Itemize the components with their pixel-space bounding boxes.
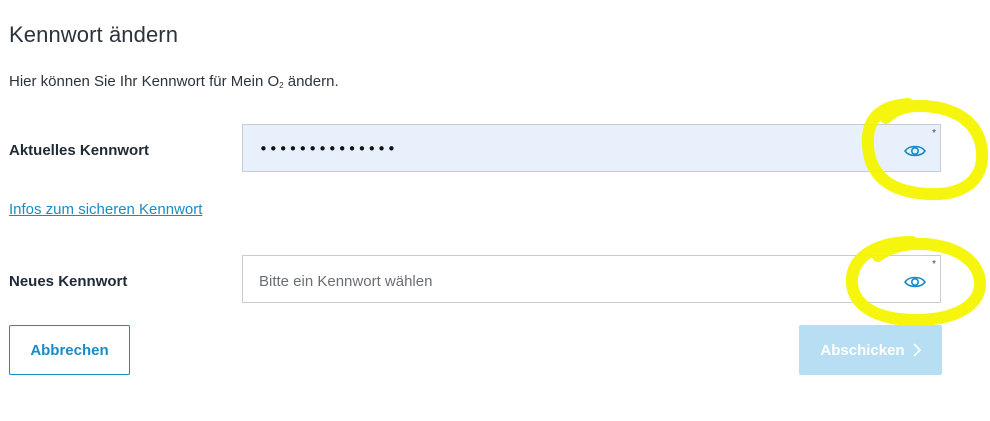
intro-text: Hier können Sie Ihr Kennwort für Mein O2… xyxy=(9,73,339,90)
cancel-button[interactable]: Abbrechen xyxy=(9,325,130,375)
required-marker: * xyxy=(932,259,936,270)
password-info-link[interactable]: Infos zum sicheren Kennwort xyxy=(9,201,202,218)
intro-prefix: Hier können Sie Ihr Kennwort für Mein O xyxy=(9,73,280,90)
new-password-placeholder[interactable]: Bitte ein Kennwort wählen xyxy=(259,273,432,290)
current-password-label: Aktuelles Kennwort xyxy=(9,142,150,159)
submit-button-label: Abschicken xyxy=(820,341,905,359)
submit-button[interactable]: Abschicken xyxy=(799,325,942,375)
eye-icon[interactable] xyxy=(904,144,926,158)
eye-icon[interactable] xyxy=(904,275,926,289)
required-marker: * xyxy=(932,128,936,139)
current-password-value[interactable]: •••••••••••••• xyxy=(259,140,397,158)
new-password-field[interactable]: Bitte ein Kennwort wählen * xyxy=(242,255,941,303)
page-title: Kennwort ändern xyxy=(9,22,179,47)
intro-suffix: ändern. xyxy=(283,73,339,90)
current-password-field[interactable]: •••••••••••••• * xyxy=(242,124,941,172)
chevron-right-icon xyxy=(913,343,921,357)
new-password-label: Neues Kennwort xyxy=(9,273,128,290)
cancel-button-label: Abbrechen xyxy=(30,341,109,359)
